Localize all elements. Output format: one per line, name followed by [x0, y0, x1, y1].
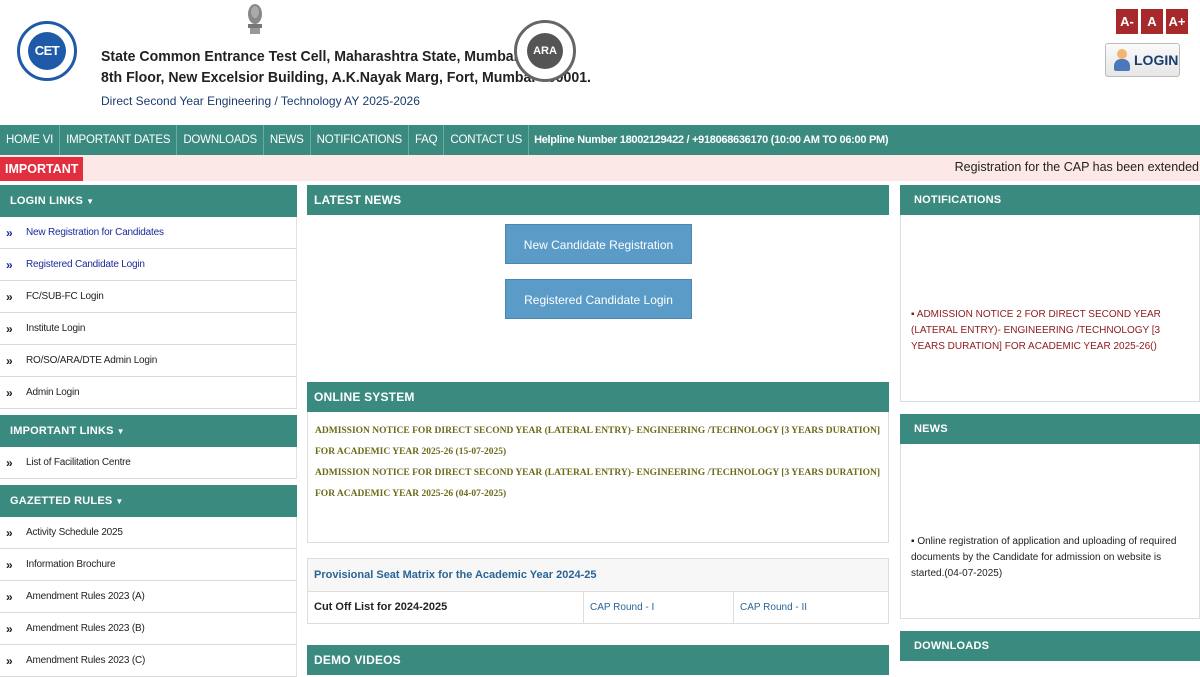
sidebar-item-amendment-c[interactable]: » Amendment Rules 2023 (C): [0, 645, 297, 677]
admission-notice-link[interactable]: ADMISSION NOTICE FOR DIRECT SECOND YEAR …: [315, 421, 881, 463]
important-links-header[interactable]: IMPORTANT LINKS ▼: [0, 415, 297, 447]
cet-logo: CET: [17, 21, 77, 81]
news-header: NEWS: [900, 414, 1200, 444]
important-links-title: IMPORTANT LINKS: [10, 425, 114, 437]
seat-matrix-table: Provisional Seat Matrix for the Academic…: [307, 558, 889, 624]
online-system-header: ONLINE SYSTEM: [307, 382, 889, 412]
cutoff-list-label: Cut Off List for 2024-2025: [308, 592, 584, 623]
right-sidebar: NOTIFICATIONS ▪ ADMISSION NOTICE 2 FOR D…: [900, 185, 1200, 661]
caret-down-icon: ▼: [116, 427, 125, 436]
course-title: Direct Second Year Engineering / Technol…: [101, 94, 420, 108]
registered-candidate-login-button[interactable]: Registered Candidate Login: [505, 279, 692, 319]
national-emblem-icon: [248, 4, 262, 34]
chevron-right-icon: »: [6, 385, 13, 400]
sidebar-item-label: Activity Schedule 2025: [26, 527, 123, 538]
downloads-header: DOWNLOADS: [900, 631, 1200, 661]
chevron-right-icon: »: [6, 353, 13, 368]
ara-logo-text: ARA: [527, 33, 563, 69]
demo-videos-header: DEMO VIDEOS: [307, 645, 889, 675]
nav-notifications[interactable]: NOTIFICATIONS: [311, 125, 409, 155]
sidebar-item-new-registration[interactable]: » New Registration for Candidates: [0, 217, 297, 249]
caret-down-icon: ▼: [115, 497, 124, 506]
user-icon: [1114, 49, 1130, 71]
cap-round-1-link[interactable]: CAP Round - I: [584, 592, 734, 623]
nav-faq[interactable]: FAQ: [409, 125, 445, 155]
online-system-panel: ADMISSION NOTICE FOR DIRECT SECOND YEAR …: [307, 412, 889, 543]
sidebar-item-label: Registered Candidate Login: [26, 259, 145, 270]
important-tag: IMPORTANT: [0, 157, 84, 181]
chevron-right-icon: »: [6, 289, 13, 304]
seat-matrix-link[interactable]: Provisional Seat Matrix for the Academic…: [308, 559, 888, 592]
cap-round-2-link[interactable]: CAP Round - II: [734, 592, 888, 623]
sidebar-item-label: Amendment Rules 2023 (B): [26, 623, 145, 634]
ara-logo: ARA: [514, 20, 576, 82]
sidebar-item-label: Information Brochure: [26, 559, 116, 570]
notifications-header: NOTIFICATIONS: [900, 185, 1200, 215]
important-ticker: IMPORTANT Registration for the CAP has b…: [0, 155, 1200, 181]
latest-news-header: LATEST NEWS: [307, 185, 889, 215]
gazetted-rules-title: GAZETTED RULES: [10, 495, 113, 507]
helpline-text: Helpline Number 18002129422 / +918068636…: [534, 134, 889, 146]
font-size-controls: A- A A+: [1116, 9, 1188, 34]
sidebar-item-amendment-b[interactable]: » Amendment Rules 2023 (B): [0, 613, 297, 645]
sidebar-item-fc-login[interactable]: » FC/SUB-FC Login: [0, 281, 297, 313]
cet-logo-text: CET: [28, 32, 66, 70]
sidebar-item-admin-dte-login[interactable]: » RO/SO/ARA/DTE Admin Login: [0, 345, 297, 377]
left-sidebar: LOGIN LINKS ▼ » New Registration for Candi…: [0, 185, 297, 677]
sidebar-item-label: Amendment Rules 2023 (A): [26, 591, 145, 602]
login-links-header[interactable]: LOGIN LINKS ▼: [0, 185, 297, 217]
chevron-right-icon: »: [6, 621, 13, 636]
sidebar-item-label: Institute Login: [26, 323, 86, 334]
chevron-right-icon: »: [6, 321, 13, 336]
nav-important-dates[interactable]: IMPORTANT DATES: [60, 125, 178, 155]
nav-home[interactable]: HOME VI: [0, 125, 61, 155]
chevron-right-icon: »: [6, 589, 13, 604]
new-candidate-registration-button[interactable]: New Candidate Registration: [505, 224, 692, 264]
news-item[interactable]: ▪ Online registration of application and…: [911, 534, 1191, 582]
login-button[interactable]: LOGIN: [1105, 43, 1180, 77]
gazetted-rules-header[interactable]: GAZETTED RULES ▼: [0, 485, 297, 517]
login-links-title: LOGIN LINKS: [10, 195, 84, 207]
sidebar-item-facilitation-centre[interactable]: » List of Facilitation Centre: [0, 447, 297, 479]
nav-news[interactable]: NEWS: [264, 125, 311, 155]
notification-text: ADMISSION NOTICE 2 FOR DIRECT SECOND YEA…: [911, 309, 1161, 352]
site-header: CET State Common Entrance Test Cell, Mah…: [0, 0, 1200, 125]
chevron-right-icon: »: [6, 653, 13, 668]
sidebar-item-registered-login[interactable]: » Registered Candidate Login: [0, 249, 297, 281]
sidebar-item-information-brochure[interactable]: » Information Brochure: [0, 549, 297, 581]
chevron-right-icon: »: [6, 557, 13, 572]
sidebar-item-admin-login[interactable]: » Admin Login: [0, 377, 297, 409]
chevron-right-icon: »: [6, 455, 13, 470]
login-button-label: LOGIN: [1134, 52, 1179, 68]
chevron-right-icon: »: [6, 225, 13, 240]
main-nav: HOME VI IMPORTANT DATES DOWNLOADS NEWS N…: [0, 125, 1200, 155]
sidebar-item-institute-login[interactable]: » Institute Login: [0, 313, 297, 345]
news-text: Online registration of application and u…: [911, 536, 1177, 579]
sidebar-item-label: Amendment Rules 2023 (C): [26, 655, 146, 666]
news-panel: ▪ Online registration of application and…: [900, 444, 1200, 619]
sidebar-item-label: Admin Login: [26, 387, 80, 398]
font-decrease-button[interactable]: A-: [1116, 9, 1138, 34]
notification-item[interactable]: ▪ ADMISSION NOTICE 2 FOR DIRECT SECOND Y…: [911, 307, 1181, 355]
latest-news-panel: New Candidate Registration Registered Ca…: [307, 215, 889, 382]
nav-downloads[interactable]: DOWNLOADS: [177, 125, 264, 155]
caret-down-icon: ▼: [86, 197, 95, 206]
sidebar-item-activity-schedule[interactable]: » Activity Schedule 2025: [0, 517, 297, 549]
sidebar-item-label: List of Facilitation Centre: [26, 457, 131, 468]
sidebar-item-label: FC/SUB-FC Login: [26, 291, 104, 302]
admission-notice-link[interactable]: ADMISSION NOTICE FOR DIRECT SECOND YEAR …: [315, 463, 881, 505]
ticker-message[interactable]: Registration for the CAP has been extend…: [955, 160, 1199, 174]
chevron-right-icon: »: [6, 525, 13, 540]
main-content: LATEST NEWS New Candidate Registration R…: [307, 185, 889, 675]
chevron-right-icon: »: [6, 257, 13, 272]
sidebar-item-amendment-a[interactable]: » Amendment Rules 2023 (A): [0, 581, 297, 613]
org-address: 8th Floor, New Excelsior Building, A.K.N…: [101, 69, 591, 86]
notifications-panel: ▪ ADMISSION NOTICE 2 FOR DIRECT SECOND Y…: [900, 215, 1200, 402]
nav-contact-us[interactable]: CONTACT US: [444, 125, 530, 155]
sidebar-item-label: New Registration for Candidates: [26, 227, 164, 238]
sidebar-item-label: RO/SO/ARA/DTE Admin Login: [26, 355, 158, 366]
table-row: Cut Off List for 2024-2025 CAP Round - I…: [308, 592, 888, 623]
font-increase-button[interactable]: A+: [1166, 9, 1188, 34]
font-reset-button[interactable]: A: [1141, 9, 1163, 34]
